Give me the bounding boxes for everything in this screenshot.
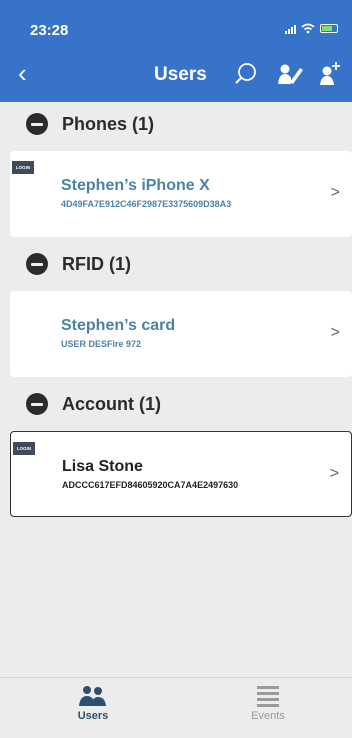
list-item-phone[interactable]: LOGIN Stephen’s iPhone X 4D49FA7E912C46F…: [10, 151, 352, 237]
chevron-right-icon: >: [330, 184, 340, 201]
search-icon: [235, 63, 256, 84]
login-badge: LOGIN: [12, 161, 34, 174]
chevron-right-icon: >: [329, 465, 339, 482]
list-item-account[interactable]: LOGIN Lisa Stone ADCCC617EFD84605920CA7A…: [10, 431, 352, 517]
section-header-rfid: RFID (1): [0, 244, 352, 288]
item-detail: ADCCC617EFD84605920CA7A4E2497630: [62, 480, 239, 490]
add-user-icon: [320, 62, 340, 85]
section-title: RFID (1): [62, 254, 131, 274]
back-button[interactable]: ‹: [18, 60, 27, 86]
tab-label: Events: [251, 710, 285, 722]
collapse-icon[interactable]: [26, 253, 48, 275]
search-button[interactable]: [232, 60, 260, 88]
status-time: 23:28: [30, 22, 69, 39]
events-icon: [257, 686, 279, 707]
chevron-right-icon: >: [330, 324, 340, 341]
item-detail: 4D49FA7E912C46F2987E3375609D38A3: [61, 199, 232, 209]
battery-icon: [320, 24, 338, 33]
users-icon: [79, 686, 106, 706]
list-item-rfid-card[interactable]: Stephen’s card USER DESFire 972 >: [10, 291, 352, 377]
nav-header: 23:28 ‹ Users: [0, 0, 352, 102]
collapse-icon[interactable]: [26, 393, 48, 415]
item-detail: USER DESFire 972: [61, 339, 142, 349]
status-icons: [285, 23, 338, 34]
tab-events[interactable]: Events: [228, 684, 308, 734]
section-title: Account (1): [62, 394, 161, 414]
edit-user-icon: [278, 64, 303, 84]
section-header-account: Account (1): [0, 384, 352, 428]
add-user-button[interactable]: [316, 60, 344, 88]
wifi-icon: [301, 23, 315, 34]
tab-label: Users: [77, 710, 109, 722]
signal-icon: [285, 24, 296, 34]
tab-users[interactable]: Users: [53, 684, 133, 734]
item-name: Lisa Stone: [62, 458, 143, 475]
section-header-phones: Phones (1): [0, 104, 352, 148]
item-name: Stephen’s card: [61, 317, 176, 334]
edit-user-button[interactable]: [276, 60, 304, 88]
login-badge: LOGIN: [13, 442, 35, 455]
page-title: Users: [154, 64, 207, 85]
section-title: Phones (1): [62, 114, 155, 134]
tab-bar: Users Events: [0, 677, 352, 738]
collapse-icon[interactable]: [26, 113, 48, 135]
item-name: Stephen’s iPhone X: [61, 177, 210, 194]
